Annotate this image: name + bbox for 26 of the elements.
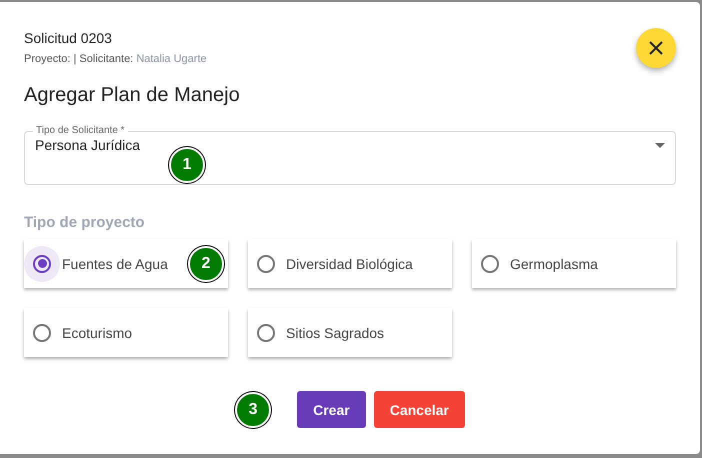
- option-label: Germoplasma: [510, 256, 598, 272]
- project-type-option[interactable]: Germoplasma: [472, 239, 676, 288]
- option-label: Diversidad Biológica: [286, 256, 413, 272]
- project-type-option[interactable]: Fuentes de Agua 2: [24, 239, 228, 288]
- radio-button[interactable]: [24, 246, 60, 282]
- applicant-type-select[interactable]: Tipo de Solicitante * Persona Jurídica 1: [24, 125, 676, 185]
- close-button[interactable]: [636, 28, 676, 68]
- option-label: Sitios Sagrados: [286, 324, 384, 340]
- select-value: Persona Jurídica: [35, 137, 140, 153]
- cancel-button[interactable]: Cancelar: [374, 391, 465, 428]
- step-badge: 1: [169, 147, 205, 183]
- project-type-option[interactable]: Sitios Sagrados: [248, 308, 452, 357]
- request-meta: Proyecto: | Solicitante: Natalia Ugarte: [24, 53, 208, 65]
- step-badge: 2: [188, 246, 224, 282]
- option-label: Fuentes de Agua: [62, 256, 168, 272]
- close-icon: [648, 40, 664, 56]
- project-type-option[interactable]: Diversidad Biológica: [248, 239, 452, 288]
- dropdown-caret-icon: [655, 142, 665, 148]
- project-type-option[interactable]: Ecoturismo: [24, 308, 228, 357]
- create-button[interactable]: Crear: [297, 391, 366, 428]
- dialog-title: Agregar Plan de Manejo: [24, 84, 241, 107]
- option-label: Ecoturismo: [62, 324, 132, 340]
- field-label: Tipo de Solicitante *: [35, 125, 126, 137]
- section-heading: Tipo de proyecto: [24, 214, 146, 231]
- step-badge: 3: [235, 392, 272, 428]
- request-number: Solicitud 0203: [24, 30, 113, 46]
